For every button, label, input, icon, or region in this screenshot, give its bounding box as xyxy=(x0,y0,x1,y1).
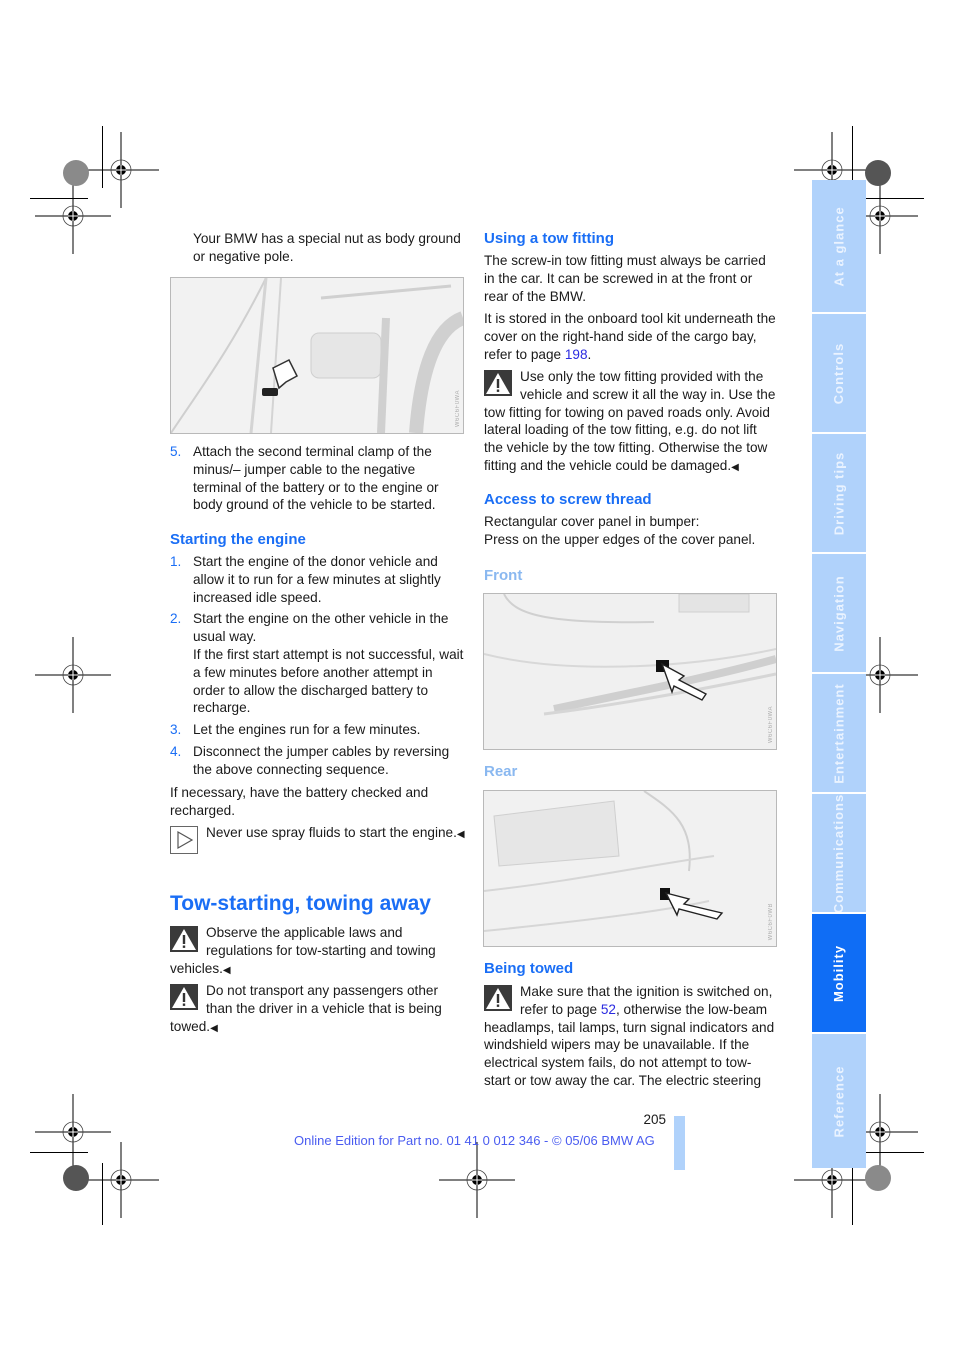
warning-triangle-icon xyxy=(170,926,198,952)
access-screw-thread-heading: Access to screw thread xyxy=(484,491,652,508)
rear-bumper-figure: W6C6F0WB xyxy=(483,790,777,947)
step-text: Start the engine on the other vehicle in… xyxy=(193,611,449,645)
tab-label: Driving tips xyxy=(831,451,847,535)
tab-at-a-glance[interactable]: At a glance xyxy=(812,180,866,312)
tab-navigation[interactable]: Navigation xyxy=(812,554,866,672)
registration-targets xyxy=(34,131,919,1219)
front-bumper-figure: W6C6F0WA xyxy=(483,593,777,750)
page-number: 205 xyxy=(643,1112,666,1127)
access-text: Rectangular cover panel in bumper: Press… xyxy=(484,513,776,549)
color-calibration-disc-icon xyxy=(63,160,89,186)
list-item: 3. Let the engines run for a few minutes… xyxy=(170,721,465,739)
warning-laws: Observe the applicable laws and regulati… xyxy=(170,924,460,979)
tab-communications[interactable]: Communications xyxy=(812,793,866,913)
registration-target-icon xyxy=(34,1093,112,1171)
tab-driving-tips[interactable]: Driving tips xyxy=(812,434,866,552)
end-mark-icon: ◀ xyxy=(222,964,231,976)
tab-controls[interactable]: Controls xyxy=(812,314,866,432)
access-line: Rectangular cover panel in bumper: xyxy=(484,514,700,529)
step-number: 2. xyxy=(170,611,182,627)
warning-triangle-icon xyxy=(484,985,512,1011)
step-number: 5. xyxy=(170,444,182,459)
access-line: Press on the upper edges of the cover pa… xyxy=(484,531,756,547)
tab-entertainment[interactable]: Entertainment xyxy=(812,674,866,792)
tow-fitting-warning: Use only the tow fitting provided with t… xyxy=(484,368,776,477)
front-bumper-illustration xyxy=(484,594,776,749)
step-number: 4. xyxy=(170,743,182,759)
warning-text: Observe the applicable laws and regulati… xyxy=(170,925,436,976)
tab-label: Navigation xyxy=(831,574,847,652)
note-text: Never use spray fluids to start the engi… xyxy=(206,825,457,840)
color-calibration-disc-icon xyxy=(63,1165,89,1191)
step-5: 5. Attach the second terminal clamp of t… xyxy=(170,443,465,518)
starting-steps-list: 1. Start the engine of the donor vehicle… xyxy=(170,553,465,783)
step-number: 3. xyxy=(170,722,182,738)
tab-label: Entertainment xyxy=(831,682,847,784)
registration-target-icon xyxy=(82,1141,160,1219)
being-towed-heading: Being towed xyxy=(484,960,574,977)
list-item: 4. Disconnect the jumper cables by rever… xyxy=(170,743,465,779)
tab-reference[interactable]: Reference xyxy=(812,1034,866,1168)
warning-passengers: Do not transport any passengers other th… xyxy=(170,982,460,1037)
step-text: Disconnect the jumper cables by reversin… xyxy=(193,743,450,777)
front-label: Front xyxy=(484,567,523,584)
spray-note: Never use spray fluids to start the engi… xyxy=(170,824,465,856)
tab-label: Controls xyxy=(831,342,847,404)
warning-triangle-icon xyxy=(170,984,198,1010)
figure-code: W6C6F0WA xyxy=(455,389,461,427)
intro-text: Your BMW has a special nut as body groun… xyxy=(193,231,461,264)
step-text: Attach the second terminal clamp of the … xyxy=(193,444,439,513)
rear-label: Rear xyxy=(484,763,518,780)
color-calibration-disc-icon xyxy=(865,1165,891,1191)
page-marker-bar xyxy=(674,1116,685,1170)
registration-target-icon xyxy=(34,636,112,714)
paragraph-text: . xyxy=(587,346,592,362)
registration-target-icon xyxy=(82,131,160,209)
step-extra-text: If the first start attempt is not succes… xyxy=(193,646,464,716)
page-link[interactable]: 198 xyxy=(565,347,588,362)
end-mark-icon: ◀ xyxy=(210,1022,218,1034)
being-towed-warning: Make sure that the ignition is switched … xyxy=(484,983,776,1090)
using-tow-fitting-heading: Using a tow fitting xyxy=(484,230,614,247)
tab-label: Communications xyxy=(831,793,847,913)
step-text: Start the engine of the donor vehicle an… xyxy=(193,554,441,605)
color-calibration-disc-icon xyxy=(865,160,891,186)
tab-mobility[interactable]: Mobility xyxy=(812,914,866,1032)
tab-label: Reference xyxy=(831,1065,847,1137)
list-item: 1. Start the engine of the donor vehicle… xyxy=(170,553,465,606)
step-number: 1. xyxy=(170,554,182,569)
using-paragraph-2: It is stored in the onboard tool kit und… xyxy=(484,310,776,363)
starting-engine-heading: Starting the engine xyxy=(170,531,306,548)
end-mark-icon: ◀ xyxy=(731,461,739,473)
step-text: Let the engines run for a few minutes. xyxy=(193,722,421,738)
page-link[interactable]: 52 xyxy=(601,1002,616,1017)
rear-bumper-illustration xyxy=(484,791,776,946)
ground-nut-icon xyxy=(262,388,278,396)
body-ground-illustration xyxy=(171,278,463,433)
figure-code: W6C6F0WA xyxy=(768,705,774,743)
tow-starting-heading: Tow-starting, towing away xyxy=(170,892,431,915)
warning-text: Use only the tow fitting provided with t… xyxy=(484,369,776,473)
edition-footer: Online Edition for Part no. 01 41 0 012 … xyxy=(294,1133,655,1148)
end-mark-icon: ◀ xyxy=(456,829,465,840)
using-paragraph-1: The screw-in tow fitting must always be … xyxy=(484,253,766,304)
registration-target-icon xyxy=(34,177,112,255)
warning-triangle-icon xyxy=(484,370,512,396)
body-ground-figure: W6C6F0WA xyxy=(170,277,464,434)
battery-note: If necessary, have the battery checked a… xyxy=(170,785,429,818)
tab-label: Mobility xyxy=(831,944,847,1002)
note-play-icon xyxy=(170,826,198,854)
tab-label: At a glance xyxy=(831,205,847,287)
list-item: 2. Start the engine on the other vehicle… xyxy=(170,610,465,717)
registration-target-icon xyxy=(438,1141,516,1219)
paragraph-text: It is stored in the onboard tool kit und… xyxy=(484,311,776,362)
figure-code: W6C6F0WB xyxy=(768,902,774,940)
